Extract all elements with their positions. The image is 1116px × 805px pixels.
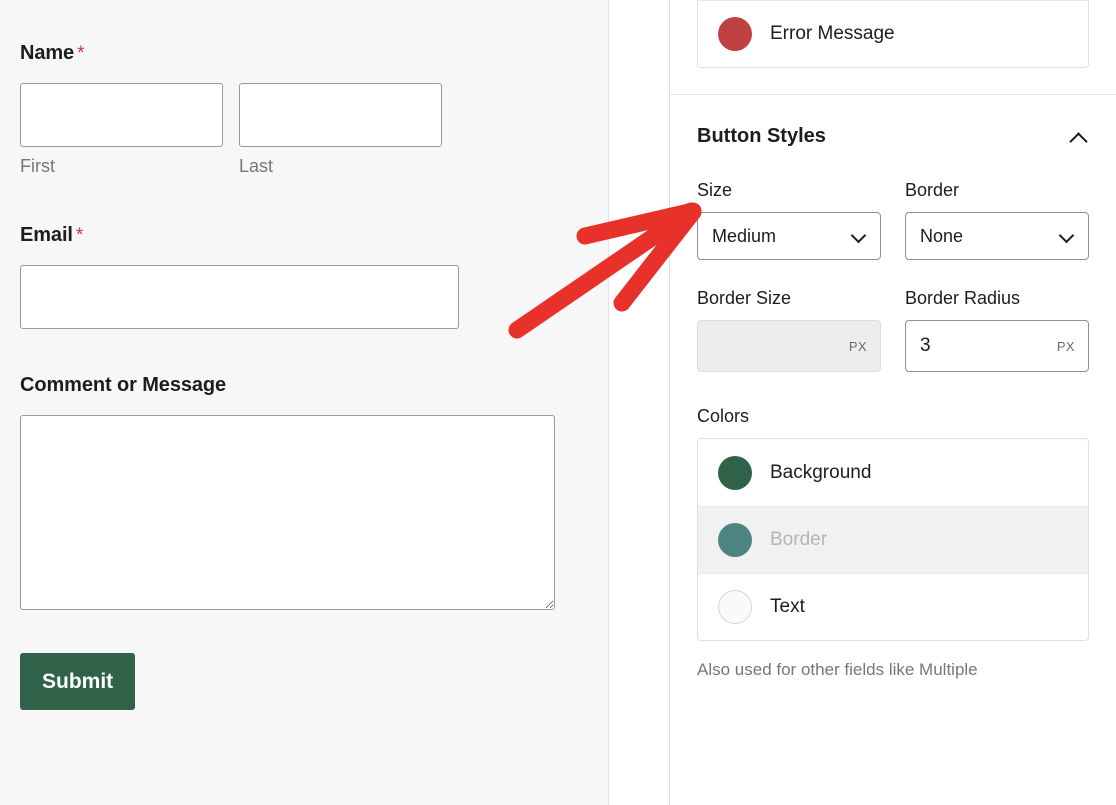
form-field-email: Email *	[20, 224, 588, 329]
name-last-col: Last	[239, 83, 442, 177]
chevron-down-icon	[1058, 227, 1075, 244]
name-inputs-row: First Last	[20, 83, 588, 177]
border-size-radius-row: Border Size PX Border Radius 3 PX	[697, 288, 1089, 372]
comment-label-text: Comment or Message	[20, 374, 227, 396]
border-control: Border None	[905, 180, 1089, 260]
border-size-control: Border Size PX	[697, 288, 881, 372]
last-name-input[interactable]	[239, 83, 442, 147]
button-colors-swatch-card: Background Border Text	[697, 438, 1089, 641]
name-required-asterisk: *	[77, 43, 85, 64]
color-dot-text[interactable]	[718, 590, 752, 624]
size-border-row: Size Medium Border None	[697, 180, 1089, 260]
form-field-comment: Comment or Message	[20, 374, 588, 610]
form-field-name: Name * First Last	[20, 0, 588, 177]
border-radius-control: Border Radius 3 PX	[905, 288, 1089, 372]
color-dot-border[interactable]	[718, 523, 752, 557]
field-colors-section: Sublabel & Hint Error Message	[670, 0, 1116, 68]
size-label: Size	[697, 180, 733, 200]
border-label: Border	[905, 180, 960, 200]
border-radius-unit: PX	[1056, 338, 1075, 354]
border-select-value: None	[920, 225, 964, 246]
email-field-label: Email *	[20, 224, 588, 247]
submit-button[interactable]: Submit	[20, 653, 136, 710]
color-dot-error-message[interactable]	[718, 17, 752, 51]
swatch-row-text[interactable]: Text	[698, 573, 1088, 640]
color-dot-background[interactable]	[718, 455, 752, 490]
border-radius-input[interactable]: 3 PX	[905, 320, 1089, 372]
field-colors-swatch-card: Sublabel & Hint Error Message	[697, 0, 1089, 68]
swatch-row-error-message[interactable]: Error Message	[698, 0, 1088, 67]
email-input[interactable]	[20, 265, 459, 329]
comment-textarea[interactable]	[20, 415, 555, 610]
swatch-row-background[interactable]: Background	[698, 439, 1088, 506]
first-name-sublabel: First	[20, 156, 55, 176]
colors-heading: Colors	[697, 406, 750, 426]
name-label-text: Name	[20, 42, 75, 64]
border-size-unit: PX	[848, 338, 867, 354]
size-control: Size Medium	[697, 180, 881, 260]
form-preview-pane: Name * First Last Email * Comment or Messa…	[0, 0, 609, 805]
first-name-input[interactable]	[20, 83, 223, 147]
settings-panel: Sublabel & Hint Error Message Button Sty…	[669, 0, 1116, 805]
email-required-asterisk: *	[75, 225, 84, 246]
size-select[interactable]: Medium	[697, 212, 881, 260]
border-radius-value: 3	[920, 335, 931, 356]
border-select[interactable]: None	[905, 212, 1089, 260]
chevron-up-icon[interactable]	[1069, 131, 1089, 143]
border-size-input: PX	[697, 320, 881, 372]
button-styles-title: Button Styles	[697, 125, 826, 147]
comment-field-label: Comment or Message	[20, 374, 588, 397]
email-label-text: Email	[20, 224, 73, 246]
swatch-label-background: Background	[770, 461, 872, 483]
button-styles-body: Size Medium Border None Border Size PX B…	[670, 180, 1116, 683]
swatch-row-border[interactable]: Border	[698, 506, 1088, 573]
button-styles-section-header[interactable]: Button Styles	[670, 95, 1116, 148]
size-select-value: Medium	[712, 225, 777, 246]
colors-help-text: Also used for other fields like Multiple	[697, 660, 978, 679]
swatch-label-error-message: Error Message	[770, 23, 895, 44]
border-radius-label: Border Radius	[905, 288, 1021, 308]
chevron-down-icon	[850, 227, 867, 244]
last-name-sublabel: Last	[239, 156, 274, 176]
name-field-label: Name *	[20, 42, 588, 65]
swatch-label-text: Text	[770, 596, 805, 617]
swatch-label-border: Border	[770, 529, 828, 550]
border-size-label: Border Size	[697, 288, 792, 308]
name-first-col: First	[20, 83, 223, 177]
